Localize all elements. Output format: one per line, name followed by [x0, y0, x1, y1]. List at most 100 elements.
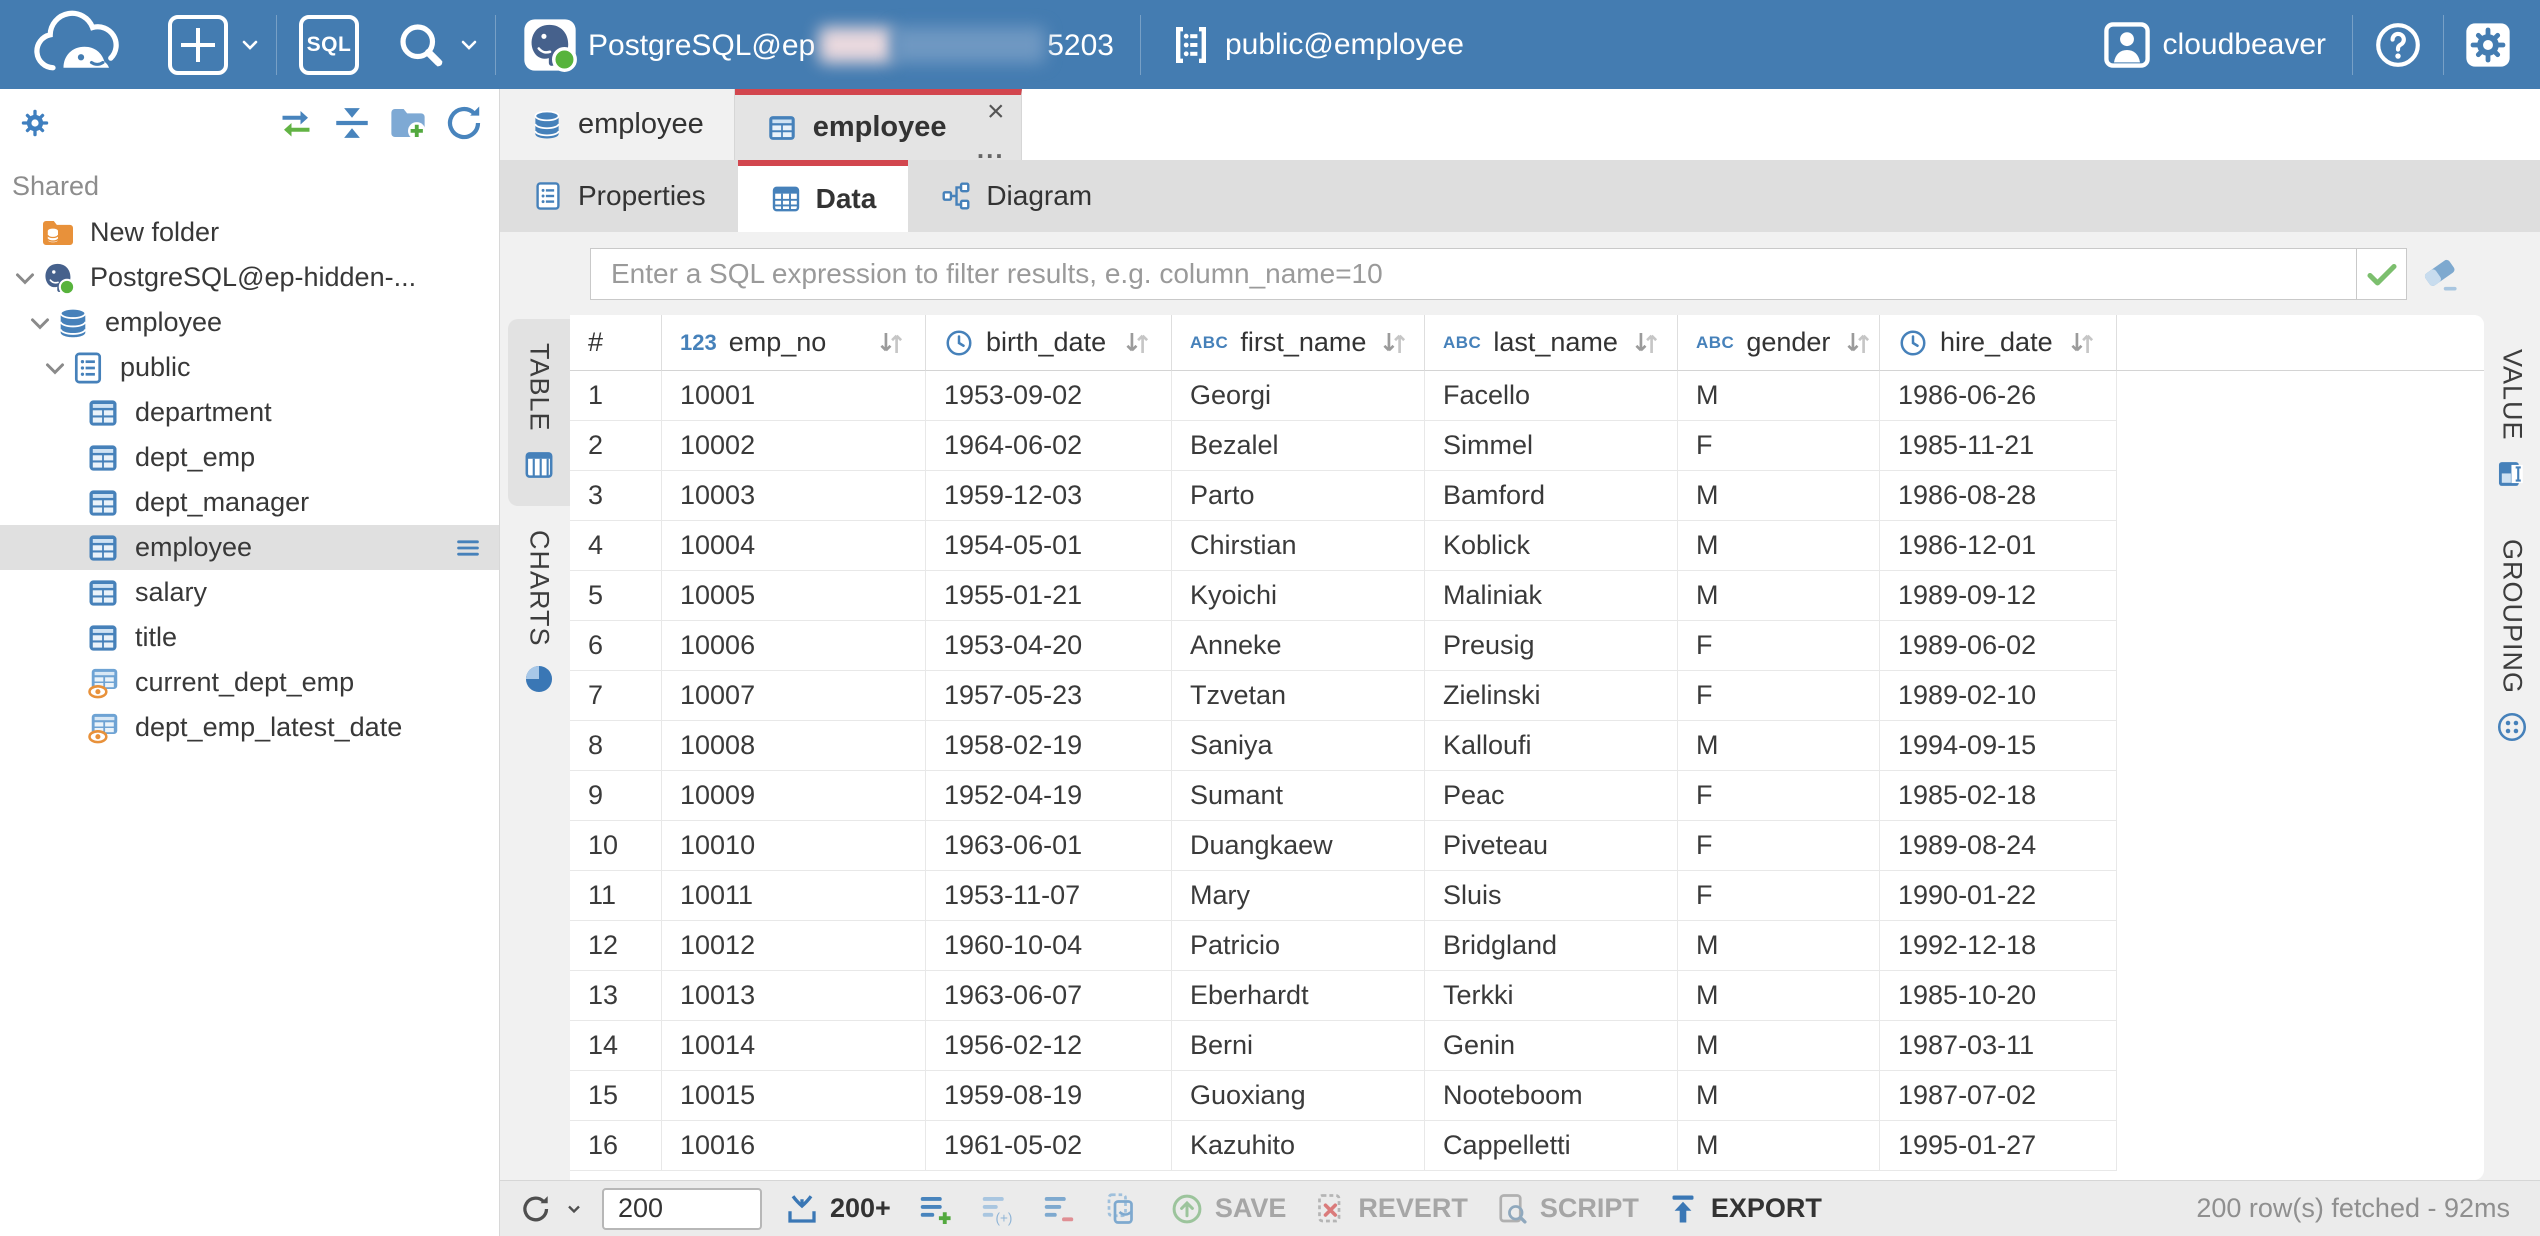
grid-cell-gender[interactable]: M — [1678, 1071, 1880, 1121]
column-header-emp-no[interactable]: 123emp_no — [662, 315, 926, 371]
grid-cell-last-name[interactable]: Koblick — [1425, 521, 1678, 571]
grid-cell-first-name[interactable]: Guoxiang — [1172, 1071, 1425, 1121]
grid-cell-birth-date[interactable]: 1959-12-03 — [926, 471, 1172, 521]
copy-result-button[interactable] — [1103, 1191, 1139, 1227]
grid-cell-emp-no[interactable]: 10004 — [662, 521, 926, 571]
grid-cell-[interactable]: 7 — [570, 671, 662, 721]
close-tab-icon[interactable]: × — [987, 95, 1005, 129]
grid-cell-[interactable]: 1 — [570, 371, 662, 421]
tree-item-current-dept-emp[interactable]: current_dept_emp — [0, 660, 499, 705]
grid-cell-last-name[interactable]: Bamford — [1425, 471, 1678, 521]
grid-cell-first-name[interactable]: Kazuhito — [1172, 1121, 1425, 1171]
grid-cell-emp-no[interactable]: 10009 — [662, 771, 926, 821]
tree-item-postgresql-ep-hidden[interactable]: PostgreSQL@ep-hidden-... — [0, 255, 499, 300]
grid-cell-gender[interactable]: M — [1678, 721, 1880, 771]
subtab-diagram[interactable]: Diagram — [908, 160, 1124, 232]
grid-cell-gender[interactable]: F — [1678, 671, 1880, 721]
panel-tab-value[interactable]: VALUE — [2481, 325, 2540, 515]
grid-cell-birth-date[interactable]: 1954-05-01 — [926, 521, 1172, 571]
grid-cell-[interactable]: 16 — [570, 1121, 662, 1171]
grid-cell-hire-date[interactable]: 1989-08-24 — [1880, 821, 2117, 871]
grid-cell-last-name[interactable]: Simmel — [1425, 421, 1678, 471]
sync-connections-button[interactable] — [275, 102, 317, 144]
grid-cell-first-name[interactable]: Duangkaew — [1172, 821, 1425, 871]
grid-cell-hire-date[interactable]: 1987-03-11 — [1880, 1021, 2117, 1071]
tree-item-employee[interactable]: employee — [0, 525, 499, 570]
grid-cell-emp-no[interactable]: 10008 — [662, 721, 926, 771]
tree-item-salary[interactable]: salary — [0, 570, 499, 615]
grid-cell-birth-date[interactable]: 1964-06-02 — [926, 421, 1172, 471]
editor-tab-employee-0[interactable]: employee — [500, 89, 735, 160]
grid-cell-birth-date[interactable]: 1958-02-19 — [926, 721, 1172, 771]
grid-cell-gender[interactable]: M — [1678, 571, 1880, 621]
sql-editor-button[interactable]: SQL — [277, 0, 381, 89]
delete-row-button[interactable] — [1041, 1191, 1077, 1227]
presentation-tab-charts[interactable]: CHARTS — [508, 506, 570, 721]
grid-cell-gender[interactable]: M — [1678, 1121, 1880, 1171]
new-folder-button[interactable] — [387, 102, 429, 144]
grid-cell-hire-date[interactable]: 1990-01-22 — [1880, 871, 2117, 921]
tree-item-title[interactable]: title — [0, 615, 499, 660]
apply-filter-button[interactable] — [2357, 248, 2407, 300]
grid-cell-gender[interactable]: M — [1678, 521, 1880, 571]
grid-cell-hire-date[interactable]: 1989-02-10 — [1880, 671, 2117, 721]
connection-selector[interactable]: PostgreSQL@ep5203 — [496, 0, 1140, 89]
grid-cell-last-name[interactable]: Terkki — [1425, 971, 1678, 1021]
tree-item-public[interactable]: public — [0, 345, 499, 390]
grid-cell-[interactable]: 6 — [570, 621, 662, 671]
grid-cell-birth-date[interactable]: 1963-06-01 — [926, 821, 1172, 871]
grid-cell-first-name[interactable]: Chirstian — [1172, 521, 1425, 571]
column-header-birth-date[interactable]: birth_date — [926, 315, 1172, 371]
column-header-last-name[interactable]: ABClast_name — [1425, 315, 1678, 371]
tree-item-employee[interactable]: employee — [0, 300, 499, 345]
subtab-properties[interactable]: Properties — [500, 160, 738, 232]
chevron-down-icon[interactable] — [40, 353, 70, 383]
duplicate-row-button[interactable]: (+) — [979, 1191, 1015, 1227]
sql-filter-input[interactable] — [590, 248, 2357, 300]
clear-filter-eraser-icon[interactable] — [2419, 252, 2463, 296]
sort-arrows-icon[interactable] — [1630, 327, 1662, 359]
grid-cell-birth-date[interactable]: 1953-09-02 — [926, 371, 1172, 421]
grid-cell-[interactable]: 8 — [570, 721, 662, 771]
panel-tab-grouping[interactable]: GROUPING — [2481, 515, 2540, 768]
grid-cell-hire-date[interactable]: 1985-02-18 — [1880, 771, 2117, 821]
presentation-tab-table[interactable]: TABLE — [508, 319, 570, 506]
sort-arrows-icon[interactable] — [1121, 327, 1153, 359]
grid-cell-gender[interactable]: M — [1678, 471, 1880, 521]
chevron-down-icon[interactable] — [25, 308, 55, 338]
grid-cell-first-name[interactable]: Eberhardt — [1172, 971, 1425, 1021]
grid-cell-last-name[interactable]: Bridgland — [1425, 921, 1678, 971]
grid-cell-hire-date[interactable]: 1989-09-12 — [1880, 571, 2117, 621]
refresh-tree-button[interactable] — [443, 102, 485, 144]
grid-cell-emp-no[interactable]: 10014 — [662, 1021, 926, 1071]
chevron-down-icon[interactable] — [10, 263, 40, 293]
grid-cell-first-name[interactable]: Anneke — [1172, 621, 1425, 671]
grid-cell-birth-date[interactable]: 1952-04-19 — [926, 771, 1172, 821]
grid-cell-last-name[interactable]: Kalloufi — [1425, 721, 1678, 771]
sort-arrows-icon[interactable] — [875, 327, 907, 359]
column-header-gender[interactable]: ABCgender — [1678, 315, 1880, 371]
grid-cell-hire-date[interactable]: 1992-12-18 — [1880, 921, 2117, 971]
grid-cell-first-name[interactable]: Berni — [1172, 1021, 1425, 1071]
grid-cell-last-name[interactable]: Peac — [1425, 771, 1678, 821]
grid-cell-hire-date[interactable]: 1989-06-02 — [1880, 621, 2117, 671]
grid-cell-hire-date[interactable]: 1986-06-26 — [1880, 371, 2117, 421]
refresh-result-button[interactable] — [518, 1191, 584, 1227]
grid-cell-first-name[interactable]: Mary — [1172, 871, 1425, 921]
tree-item-department[interactable]: department — [0, 390, 499, 435]
grid-cell-last-name[interactable]: Maliniak — [1425, 571, 1678, 621]
grid-cell-last-name[interactable]: Sluis — [1425, 871, 1678, 921]
grid-cell-emp-no[interactable]: 10003 — [662, 471, 926, 521]
settings-button[interactable] — [2444, 0, 2540, 89]
grid-cell-[interactable]: 5 — [570, 571, 662, 621]
grid-cell-gender[interactable]: M — [1678, 921, 1880, 971]
grid-cell-[interactable]: 14 — [570, 1021, 662, 1071]
subtab-data[interactable]: Data — [738, 160, 909, 232]
tree-item-dept-emp-latest-date[interactable]: dept_emp_latest_date — [0, 705, 499, 750]
column-header-[interactable]: # — [570, 315, 662, 371]
grid-cell-birth-date[interactable]: 1959-08-19 — [926, 1071, 1172, 1121]
navigator-settings-button[interactable] — [14, 102, 56, 144]
grid-cell-emp-no[interactable]: 10010 — [662, 821, 926, 871]
grid-cell-gender[interactable]: F — [1678, 771, 1880, 821]
grid-cell-gender[interactable]: M — [1678, 371, 1880, 421]
